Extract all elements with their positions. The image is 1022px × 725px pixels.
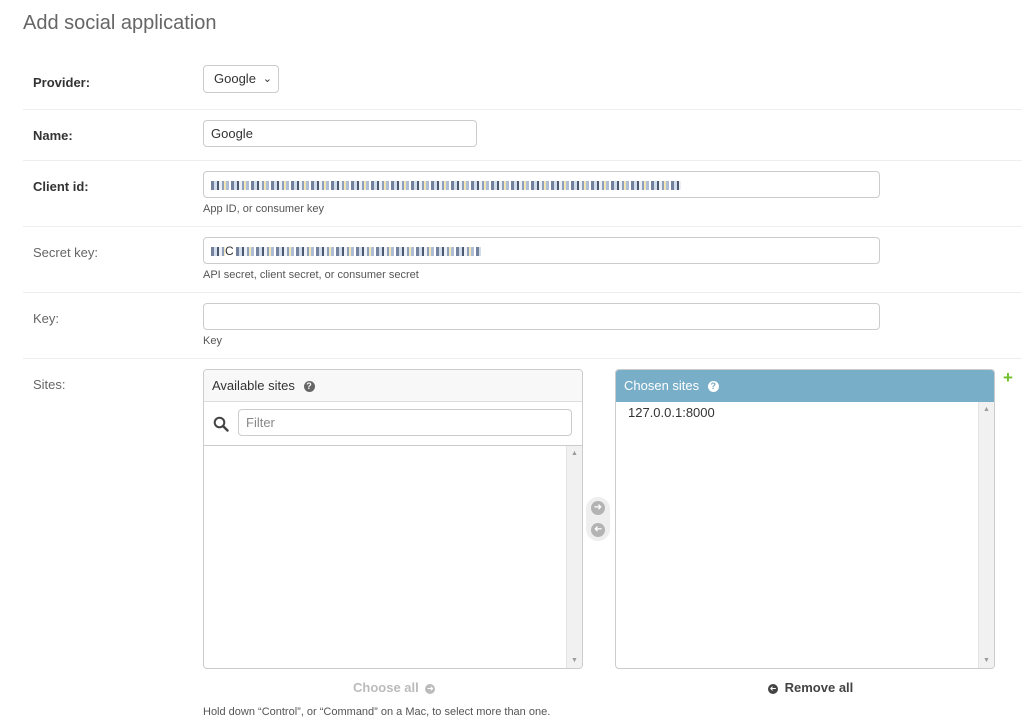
chevron-down-icon: ⌄ — [262, 73, 272, 85]
arrow-right-circle-icon[interactable]: ➜ — [591, 501, 605, 515]
remove-all-label: Remove all — [784, 680, 854, 695]
scroll-up-arrow-icon[interactable]: ▲ — [567, 450, 582, 457]
client-id-label: Client id: — [33, 179, 89, 194]
provider-select-value: Google — [214, 71, 256, 86]
scroll-down-arrow-icon[interactable]: ▼ — [979, 657, 994, 664]
sites-label: Sites: — [33, 377, 66, 392]
arrow-left-circle-icon[interactable]: ➜ — [591, 523, 605, 537]
secret-key-help: API secret, client secret, or consumer s… — [203, 269, 419, 281]
secret-key-row: Secret key: C API secret, client secret,… — [23, 227, 1022, 293]
choose-all-link[interactable]: Choose all ➜ — [353, 680, 436, 695]
chosen-sites-box: Chosen sites ? 127.0.0.1:8000 ▲ ▼ — [615, 369, 995, 669]
question-circle-icon[interactable]: ? — [303, 381, 315, 393]
arrow-right-circle-icon: ➜ — [425, 683, 436, 694]
selector-mover: ➜ ➜ — [586, 497, 610, 541]
secret-key-input[interactable]: C — [203, 237, 880, 264]
page-title: Add social application — [23, 12, 217, 34]
secret-key-label: Secret key: — [33, 245, 99, 260]
client-id-row: Client id: App ID, or consumer key — [23, 161, 1022, 227]
scrollbar[interactable]: ▲ ▼ — [978, 402, 994, 668]
remove-all-link[interactable]: ➜ Remove all — [768, 680, 853, 695]
list-item[interactable]: 127.0.0.1:8000 — [616, 404, 994, 422]
question-circle-icon[interactable]: ? — [707, 381, 719, 393]
available-sites-header: Available sites ? — [204, 370, 582, 402]
provider-select[interactable]: Google ⌄ — [203, 65, 279, 93]
client-id-help: App ID, or consumer key — [203, 203, 325, 215]
redacted-secret-key-prefix — [211, 247, 225, 257]
chosen-sites-title: Chosen sites — [624, 378, 700, 393]
choose-all-label: Choose all — [353, 680, 419, 695]
name-input[interactable]: Google — [203, 120, 477, 147]
redacted-client-id — [211, 181, 681, 191]
provider-label: Provider: — [33, 75, 91, 90]
search-icon — [213, 416, 229, 432]
filter-bar: Filter — [204, 402, 582, 446]
key-help: Key — [203, 335, 222, 347]
sites-help: Hold down “Control”, or “Command” on a M… — [203, 706, 551, 718]
client-id-input[interactable] — [203, 171, 880, 198]
provider-row: Provider: Google ⌄ — [23, 57, 1022, 110]
scrollbar[interactable]: ▲ ▼ — [566, 446, 582, 668]
chosen-sites-header: Chosen sites ? — [616, 370, 994, 402]
name-label: Name: — [33, 128, 73, 143]
available-sites-box: Available sites ? Filter ▲ ▼ — [203, 369, 583, 669]
key-label: Key: — [33, 311, 60, 326]
scroll-up-arrow-icon[interactable]: ▲ — [979, 406, 994, 413]
available-sites-title: Available sites — [212, 378, 295, 393]
plus-icon[interactable]: + — [1003, 369, 1013, 386]
scroll-down-arrow-icon[interactable]: ▼ — [567, 657, 582, 664]
key-input[interactable] — [203, 303, 880, 330]
available-sites-list[interactable]: ▲ ▼ — [204, 446, 582, 668]
redacted-secret-key — [235, 247, 481, 257]
key-row: Key: Key — [23, 293, 1022, 359]
name-row: Name: Google — [23, 110, 1022, 161]
chosen-sites-list[interactable]: 127.0.0.1:8000 ▲ ▼ — [616, 402, 994, 668]
secret-key-visible-char: C — [225, 244, 234, 258]
arrow-left-circle-icon: ➜ — [768, 683, 778, 694]
filter-input[interactable]: Filter — [238, 409, 572, 436]
